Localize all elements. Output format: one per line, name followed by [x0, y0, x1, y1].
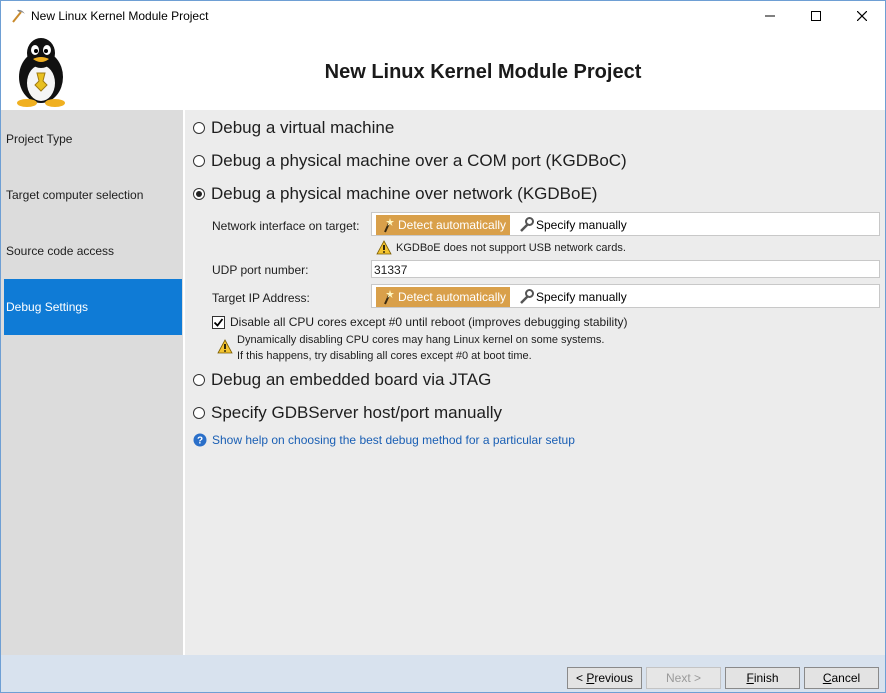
warning-text: If this happens, try disabling all cores…: [237, 350, 532, 362]
radio-button[interactable]: [193, 407, 205, 419]
option-label: Specify GDBServer host/port manually: [211, 403, 503, 422]
radio-button[interactable]: [193, 122, 205, 134]
page-title: New Linux Kernel Module Project: [324, 61, 642, 83]
svg-text:?: ?: [197, 436, 203, 447]
minimize-icon: [765, 15, 775, 17]
help-link[interactable]: ? Show help on choosing the best debug m…: [193, 433, 575, 447]
option-label: Debug a virtual machine: [211, 118, 395, 137]
sidebar-item-target-computer[interactable]: Target computer selection: [4, 167, 182, 223]
checkmark-icon: [213, 317, 224, 327]
cancel-rest: ancel: [831, 671, 861, 685]
finish-rest: inish: [753, 671, 779, 685]
cancel-accel: C: [822, 671, 832, 685]
network-interface-selector: Detect automatically Specify manually: [371, 212, 880, 236]
sidebar-item-label: Source code access: [6, 244, 115, 258]
next-label: Next >: [665, 671, 701, 685]
warning-text: Dynamically disabling CPU cores may hang…: [237, 334, 605, 346]
window-title: New Linux Kernel Module Project: [31, 9, 209, 23]
option-com-port[interactable]: Debug a physical machine over a COM port…: [193, 150, 627, 172]
wizard-footer: < Previous Next > Finish Cancel: [1, 655, 885, 692]
target-ip-label: Target IP Address:: [212, 291, 310, 305]
close-button[interactable]: [839, 1, 885, 31]
option-label: Debug an embedded board via JTAG: [211, 370, 492, 389]
sidebar-item-label: Project Type: [6, 132, 73, 146]
header-banner: New Linux Kernel Module Project: [1, 31, 885, 110]
radio-button[interactable]: [193, 374, 205, 386]
help-icon: ?: [193, 433, 207, 447]
previous-accel: P: [586, 671, 595, 685]
magic-wand-icon: [380, 289, 396, 305]
network-interface-label: Network interface on target:: [212, 219, 360, 233]
magic-wand-icon: [380, 217, 396, 233]
option-virtual-machine[interactable]: Debug a virtual machine: [193, 117, 394, 139]
sidebar-item-label: Debug Settings: [6, 300, 89, 314]
previous-prefix: <: [575, 671, 587, 685]
manual-label: Specify manually: [536, 218, 627, 232]
title-bar[interactable]: New Linux Kernel Module Project: [1, 1, 885, 31]
sidebar-item-debug-settings[interactable]: Debug Settings: [4, 279, 182, 335]
sidebar-item-label: Target computer selection: [6, 188, 144, 202]
option-network[interactable]: Debug a physical machine over network (K…: [193, 183, 597, 205]
warning-icon: [376, 240, 392, 256]
maximize-icon: [811, 11, 821, 21]
specify-manually-button[interactable]: Specify manually: [514, 215, 631, 235]
previous-button[interactable]: < Previous: [567, 667, 642, 689]
maximize-button[interactable]: [793, 1, 839, 31]
debug-settings-panel: Debug a virtual machine Debug a physical…: [185, 110, 885, 655]
finish-button[interactable]: Finish: [725, 667, 800, 689]
usb-warning: KGDBoE does not support USB network card…: [376, 240, 626, 256]
specify-manually-button[interactable]: Specify manually: [514, 287, 631, 307]
wrench-icon: [518, 217, 534, 233]
detect-label: Detect automatically: [398, 218, 507, 232]
help-link-text[interactable]: Show help on choosing the best debug met…: [212, 433, 575, 447]
checkbox-checked[interactable]: [212, 315, 225, 329]
previous-rest: revious: [594, 671, 634, 685]
sidebar-item-source-code[interactable]: Source code access: [4, 223, 182, 279]
pickaxe-app-icon: [10, 8, 26, 24]
radio-button[interactable]: [193, 155, 205, 167]
wrench-icon: [518, 289, 534, 305]
disable-cpu-cores-option[interactable]: Disable all CPU cores except #0 until re…: [212, 315, 628, 329]
udp-port-input[interactable]: 31337: [371, 260, 880, 278]
close-icon: [857, 11, 867, 21]
tux-penguin-icon: [9, 35, 73, 107]
cpu-cores-warning: Dynamically disabling CPU cores may hang…: [217, 332, 604, 364]
udp-port-label: UDP port number:: [212, 263, 309, 277]
minimize-button[interactable]: [747, 1, 793, 31]
detect-automatically-button[interactable]: Detect automatically: [376, 287, 511, 307]
warning-text: KGDBoE does not support USB network card…: [396, 242, 626, 254]
option-jtag[interactable]: Debug an embedded board via JTAG: [193, 369, 491, 391]
next-button[interactable]: Next >: [646, 667, 721, 689]
dialog-window: New Linux Kernel Module Project New Linu…: [0, 0, 886, 693]
cancel-button[interactable]: Cancel: [804, 667, 879, 689]
detect-automatically-button[interactable]: Detect automatically: [376, 215, 511, 235]
wizard-sidebar: Project Type Target computer selection S…: [1, 110, 183, 655]
option-label: Debug a physical machine over network (K…: [211, 184, 598, 203]
sidebar-item-project-type[interactable]: Project Type: [4, 111, 182, 167]
option-gdbserver-manual[interactable]: Specify GDBServer host/port manually: [193, 402, 502, 424]
radio-button-checked[interactable]: [193, 188, 205, 200]
warning-text-block: Dynamically disabling CPU cores may hang…: [237, 332, 604, 364]
target-ip-selector: Detect automatically Specify manually: [371, 284, 880, 308]
detect-label: Detect automatically: [398, 290, 507, 304]
checkbox-label: Disable all CPU cores except #0 until re…: [230, 315, 628, 329]
finish-accel: F: [746, 671, 754, 685]
warning-icon: [217, 339, 233, 355]
option-label: Debug a physical machine over a COM port…: [211, 151, 627, 170]
manual-label: Specify manually: [536, 290, 627, 304]
